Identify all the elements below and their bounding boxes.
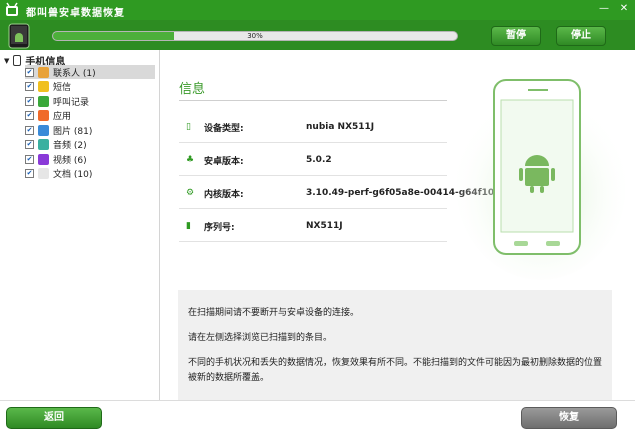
info-label: 安卓版本:: [204, 156, 244, 167]
sidebar-item[interactable]: ✔ 音频 (2): [25, 138, 155, 152]
checkbox[interactable]: ✔: [25, 140, 34, 149]
checkbox[interactable]: ✔: [25, 96, 34, 106]
sidebar-item[interactable]: ✔ 图片 (81): [25, 123, 155, 137]
divider: [179, 142, 447, 143]
sidebar-item-label: 图片 (81): [53, 126, 93, 137]
info-row-kernel-version: ⚙ 内核版本: 3.10.49-perf-g6f05a8e-00414-g64f…: [186, 186, 507, 200]
sidebar-item-label: 呼叫记录: [53, 97, 90, 108]
divider: [179, 208, 447, 209]
info-label: 序列号:: [204, 222, 235, 233]
info-label: 内核版本:: [204, 189, 244, 200]
checkbox[interactable]: ✔: [25, 67, 34, 77]
call-log-icon: [38, 95, 49, 107]
sidebar-item[interactable]: ✔ 视频 (6): [25, 152, 155, 166]
android-device-icon: [8, 23, 30, 49]
phone-icon: [13, 55, 22, 66]
contacts-icon: [38, 66, 49, 78]
sms-icon: [38, 81, 49, 92]
collapse-icon[interactable]: ▼: [4, 57, 9, 65]
apps-icon: [38, 110, 49, 121]
audio-icon: [38, 139, 49, 150]
info-row-device-type: ▯ 设备类型: nubia NX511J: [186, 120, 374, 134]
divider: [179, 241, 447, 242]
checkbox[interactable]: ✔: [25, 111, 34, 120]
sidebar-item-label: 文档 (10): [53, 170, 93, 180]
main-panel: 信息 ▯ 设备类型: nubia NX511J ♣ 安卓版本: 5.0.2 ⚙ …: [161, 50, 635, 400]
kernel-version-icon: ⚙: [186, 188, 195, 198]
checkbox[interactable]: ✔: [25, 169, 34, 178]
notice-line: 请在左侧选择浏览已扫描到的条目。: [188, 333, 333, 343]
device-type-icon: ▯: [186, 122, 191, 132]
divider: [179, 175, 447, 176]
notice-panel: 在扫描期间请不要断开与安卓设备的连接。 请在左侧选择浏览已扫描到的条目。 不同的…: [178, 290, 612, 400]
info-label: 设备类型:: [204, 123, 244, 134]
sidebar: ▼ 手机信息 ✔ 联系人 (1) ✔ 短信 ✔ 呼叫记录 ✔ 应用 ✔ 图片 (81) ✔ 音频 (2…: [0, 50, 160, 400]
toolbar: 30% 暂停 停止: [0, 20, 635, 50]
progress-label: 30%: [247, 32, 263, 40]
sidebar-item-label: 音频 (2): [53, 141, 87, 151]
sidebar-item[interactable]: ✔ 联系人 (1): [25, 65, 155, 79]
sidebar-item[interactable]: ✔ 应用: [25, 109, 155, 123]
serial-number-icon: ▮: [186, 221, 191, 231]
checkbox[interactable]: ✔: [25, 82, 34, 91]
sidebar-item-label: 短信: [53, 83, 72, 93]
pictures-icon: [38, 124, 49, 136]
title-bar: 都叫兽安卓数据恢复 — ✕: [0, 0, 635, 20]
stop-button[interactable]: 停止: [556, 26, 606, 46]
recover-button[interactable]: 恢复: [521, 407, 617, 429]
notice-line: 在扫描期间请不要断开与安卓设备的连接。: [188, 308, 360, 318]
divider: [179, 100, 447, 101]
document-icon: [38, 168, 49, 179]
bottom-bar: 返回 恢复: [0, 400, 635, 433]
app-logo-icon: [6, 2, 18, 16]
sidebar-item-label: 视频 (6): [53, 155, 87, 166]
video-icon: [38, 153, 49, 165]
scan-progress-bar: 30%: [52, 31, 458, 41]
info-row-serial-number: ▮ 序列号: NX511J: [186, 219, 343, 233]
android-version-icon: ♣: [186, 155, 195, 165]
sidebar-item-label: 联系人 (1): [53, 68, 96, 79]
phone-illustration-icon: [456, 79, 626, 280]
checkbox[interactable]: ✔: [25, 125, 34, 135]
notice-line: 不同的手机状况和丢失的数据情况，恢复效果有所不同。不能扫描到的文件可能因为最初删…: [188, 358, 603, 383]
sidebar-item[interactable]: ✔ 呼叫记录: [25, 94, 155, 108]
back-button[interactable]: 返回: [6, 407, 102, 429]
close-button[interactable]: ✕: [617, 2, 631, 16]
pause-button[interactable]: 暂停: [491, 26, 541, 46]
sidebar-item-label: 应用: [53, 112, 72, 122]
info-row-android-version: ♣ 安卓版本: 5.0.2: [186, 153, 332, 167]
sidebar-item[interactable]: ✔ 短信: [25, 80, 155, 94]
app-title: 都叫兽安卓数据恢复: [26, 8, 125, 19]
sidebar-item[interactable]: ✔ 文档 (10): [25, 167, 155, 181]
checkbox[interactable]: ✔: [25, 154, 34, 164]
minimize-button[interactable]: —: [597, 2, 611, 16]
info-title: 信息: [179, 82, 206, 97]
